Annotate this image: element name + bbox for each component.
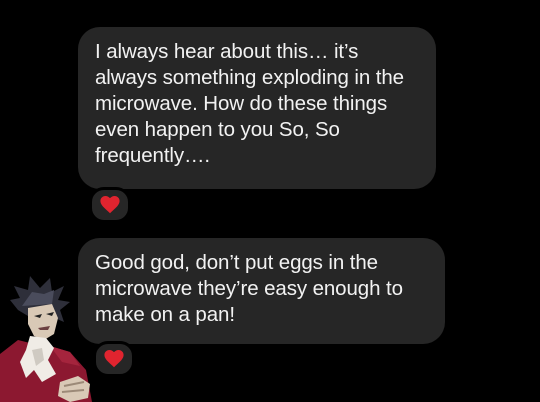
heart-icon [100, 196, 120, 214]
message-bubble[interactable]: I always hear about this… it’s always so… [78, 27, 436, 189]
message-bubble[interactable]: Good god, don’t put eggs in the microwav… [78, 238, 445, 344]
heart-reaction[interactable] [89, 187, 131, 223]
heart-reaction[interactable] [93, 341, 135, 377]
sender-avatar [0, 270, 130, 402]
heart-icon [104, 350, 124, 368]
message-text: Good god, don’t put eggs in the microwav… [95, 251, 403, 326]
message-text: I always hear about this… it’s always so… [95, 40, 404, 167]
